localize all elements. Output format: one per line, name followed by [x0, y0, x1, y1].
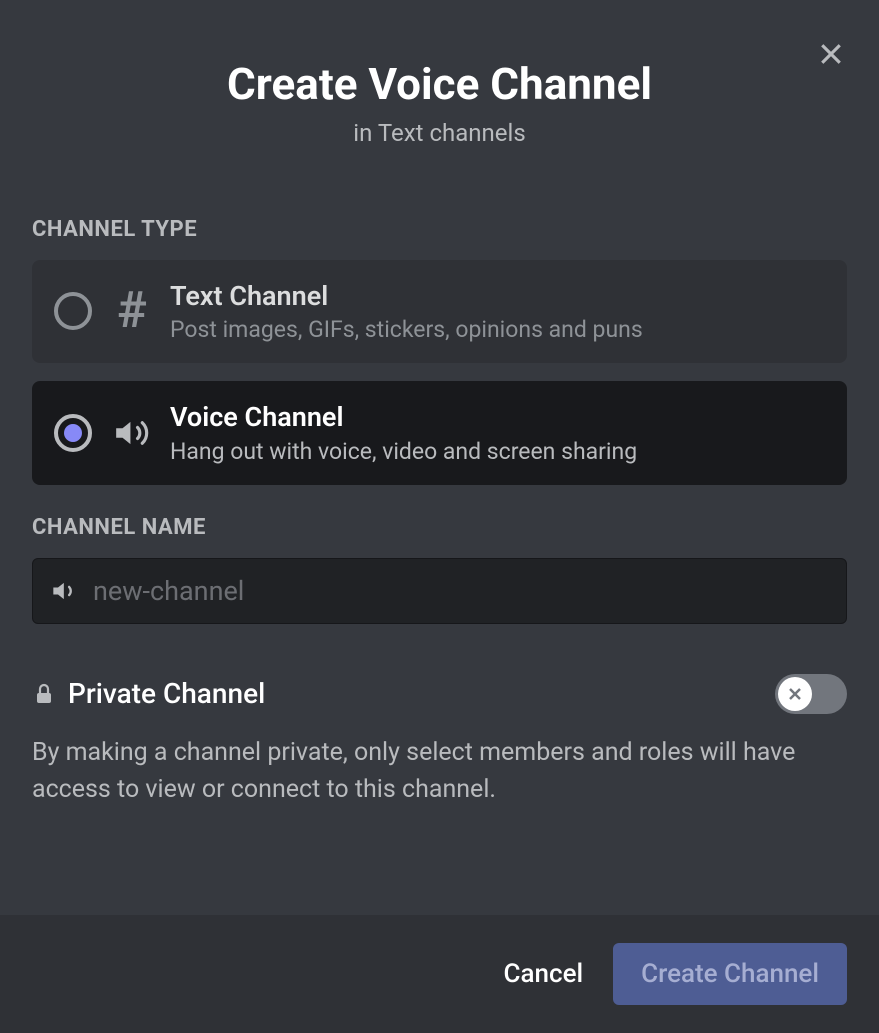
- text-option-title: Text Channel: [170, 280, 825, 312]
- private-channel-label: Private Channel: [68, 677, 265, 710]
- create-channel-button[interactable]: Create Channel: [613, 943, 847, 1005]
- radio-selected: [54, 414, 92, 452]
- radio-unselected: [54, 292, 92, 330]
- channel-type-label: CHANNEL TYPE: [32, 217, 847, 242]
- private-channel-desc: By making a channel private, only select…: [32, 734, 847, 809]
- speaker-icon: [51, 577, 79, 605]
- channel-name-label: CHANNEL NAME: [32, 515, 847, 540]
- channel-name-input-wrapper[interactable]: [32, 558, 847, 624]
- modal-header: Create Voice Channel in Text channels: [0, 0, 879, 187]
- voice-option-title: Voice Channel: [170, 401, 825, 433]
- cancel-button[interactable]: Cancel: [504, 959, 584, 989]
- modal-footer: Cancel Create Channel: [0, 915, 879, 1033]
- channel-name-input[interactable]: [93, 575, 828, 607]
- close-icon: [816, 39, 846, 69]
- modal-content: CHANNEL TYPE # Text Channel Post images,…: [0, 187, 879, 915]
- channel-type-text-option[interactable]: # Text Channel Post images, GIFs, sticke…: [32, 260, 847, 363]
- create-channel-modal: Create Voice Channel in Text channels CH…: [0, 0, 879, 1033]
- lock-icon: [32, 682, 56, 706]
- private-toggle[interactable]: [775, 674, 847, 714]
- modal-title: Create Voice Channel: [0, 58, 879, 111]
- private-section: Private Channel By making a channel priv…: [32, 674, 847, 809]
- voice-option-desc: Hang out with voice, video and screen sh…: [170, 438, 825, 465]
- close-button[interactable]: [815, 38, 847, 70]
- hash-icon: #: [112, 291, 152, 331]
- modal-subtitle: in Text channels: [0, 119, 879, 147]
- text-option-desc: Post images, GIFs, stickers, opinions an…: [170, 316, 825, 343]
- channel-type-voice-option[interactable]: Voice Channel Hang out with voice, video…: [32, 381, 847, 484]
- speaker-icon: [112, 413, 152, 453]
- toggle-knob: [778, 677, 812, 711]
